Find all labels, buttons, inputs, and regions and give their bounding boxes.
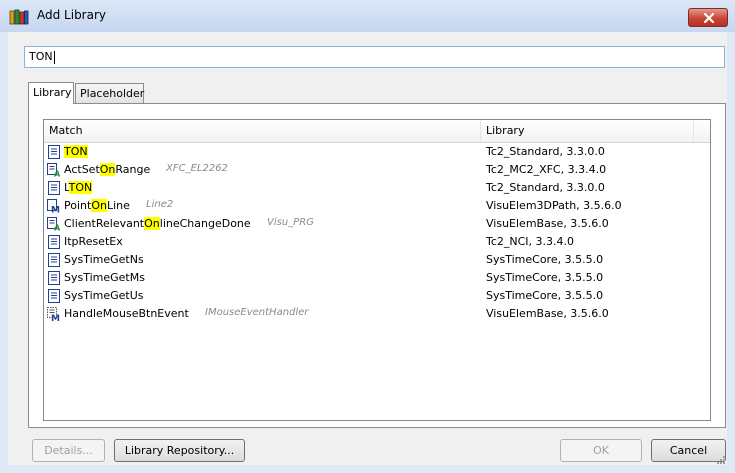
- match-text: Range: [115, 163, 151, 176]
- function-block-icon: [47, 145, 61, 159]
- list-item[interactable]: ItpResetEx Tc2_NCI, 3.3.4.0: [44, 233, 710, 251]
- method-icon: M: [47, 199, 61, 216]
- search-input-value: TON: [29, 50, 53, 63]
- match-name: ClientRelevantOnlineChangeDone: [64, 217, 251, 230]
- match-highlight: On: [91, 199, 107, 212]
- close-button[interactable]: [688, 8, 728, 27]
- match-text: ActSet: [64, 163, 100, 176]
- list-item[interactable]: A ClientRelevantOnlineChangeDone Visu_PRG V…: [44, 215, 710, 233]
- match-text: SysTimeGetUs: [64, 289, 144, 302]
- match-highlight: On: [99, 163, 116, 176]
- library-name: VisuElem3DPath, 3.5.6.0: [486, 199, 622, 212]
- match-name: SysTimeGetUs: [64, 289, 144, 302]
- match-highlight: TON: [68, 181, 93, 194]
- match-text: ClientRelevant: [64, 217, 145, 230]
- list-item[interactable]: M PointOnLine Line2 VisuElem3DPath, 3.5.6.0: [44, 197, 710, 216]
- svg-text:A: A: [54, 224, 61, 232]
- match-name: ActSetOnRange: [64, 163, 150, 176]
- match-namespace: Visu_PRG: [267, 217, 314, 228]
- match-namespace: XFC_EL2262: [166, 163, 228, 174]
- match-text: lineChangeDone: [159, 217, 251, 230]
- function-block-icon: [47, 289, 61, 303]
- add-library-dialog: Add Library TON Library Placeholder Matc…: [0, 0, 735, 473]
- list-item[interactable]: SysTimeGetMs SysTimeCore, 3.5.5.0: [44, 269, 710, 287]
- library-name: VisuElemBase, 3.5.6.0: [486, 217, 609, 230]
- results-list[interactable]: Match Library TON Tc2_Standard, 3.3.0.0 A A…: [43, 119, 711, 421]
- match-text: HandleMouseBtnEvent: [64, 307, 189, 320]
- list-item[interactable]: SysTimeGetUs SysTimeCore, 3.5.5.0: [44, 287, 710, 305]
- tab-placeholder-label: Placeholder: [80, 87, 145, 100]
- action-icon: A: [47, 217, 61, 233]
- list-item[interactable]: TON Tc2_Standard, 3.3.0.0: [44, 143, 710, 161]
- ok-button[interactable]: OK: [560, 439, 642, 462]
- cancel-button[interactable]: Cancel: [651, 439, 726, 462]
- tab-placeholder[interactable]: Placeholder: [75, 83, 144, 103]
- match-text: L: [64, 181, 69, 194]
- match-name: LTON: [64, 181, 93, 194]
- function-block-icon: [47, 181, 61, 195]
- match-text: Point: [64, 199, 92, 212]
- svg-text:A: A: [54, 170, 61, 178]
- match-name: TON: [64, 145, 88, 158]
- action-icon: A: [47, 163, 61, 179]
- resize-grip-icon[interactable]: [716, 455, 726, 465]
- list-item[interactable]: M HandleMouseBtnEvent IMouseEventHandler Vi…: [44, 305, 710, 324]
- tab-library-label: Library: [33, 86, 72, 99]
- svg-text:M: M: [51, 206, 60, 214]
- library-name: SysTimeCore, 3.5.5.0: [486, 289, 604, 302]
- match-namespace: IMouseEventHandler: [205, 307, 309, 318]
- tab-panel-library: Match Library TON Tc2_Standard, 3.3.0.0 A A…: [28, 103, 726, 428]
- match-name: SysTimeGetMs: [64, 271, 145, 284]
- svg-text:M: M: [51, 314, 60, 321]
- function-block-icon: [47, 271, 61, 285]
- tab-library[interactable]: Library: [28, 82, 74, 104]
- window-title: Add Library: [37, 8, 107, 22]
- function-block-icon: [47, 235, 61, 249]
- library-name: SysTimeCore, 3.5.5.0: [486, 271, 604, 284]
- column-header-match[interactable]: Match: [49, 124, 83, 137]
- library-name: Tc2_NCI, 3.3.4.0: [486, 235, 575, 248]
- match-namespace: Line2: [146, 199, 174, 210]
- match-highlight: On: [144, 217, 160, 230]
- match-name: ItpResetEx: [64, 235, 123, 248]
- list-item[interactable]: SysTimeGetNs SysTimeCore, 3.5.5.0: [44, 251, 710, 269]
- match-name: PointOnLine: [64, 199, 130, 212]
- list-item[interactable]: A ActSetOnRange XFC_EL2262 Tc2_MC2_XFC, 3.3…: [44, 161, 710, 179]
- column-divider[interactable]: [693, 120, 694, 142]
- interface-method-icon: M: [47, 307, 61, 324]
- match-name: HandleMouseBtnEvent: [64, 307, 189, 320]
- match-name: SysTimeGetNs: [64, 253, 144, 266]
- search-input[interactable]: TON: [24, 46, 725, 68]
- match-text: SysTimeGetMs: [64, 271, 145, 284]
- library-books-icon: [9, 9, 29, 25]
- text-caret: [53, 50, 55, 64]
- column-header-library[interactable]: Library: [486, 124, 524, 137]
- match-text: SysTimeGetNs: [64, 253, 144, 266]
- function-block-icon: [47, 253, 61, 267]
- column-divider[interactable]: [480, 120, 481, 142]
- library-name: SysTimeCore, 3.5.5.0: [486, 253, 604, 266]
- library-name: VisuElemBase, 3.5.6.0: [486, 307, 609, 320]
- library-name: Tc2_MC2_XFC, 3.3.4.0: [486, 163, 607, 176]
- match-highlight: TON: [64, 145, 88, 158]
- details-button[interactable]: Details...: [32, 439, 105, 462]
- list-header: Match Library: [44, 120, 710, 143]
- list-item[interactable]: LTON Tc2_Standard, 3.3.0.0: [44, 179, 710, 197]
- close-icon: [703, 13, 715, 23]
- title-bar: Add Library: [0, 0, 735, 32]
- library-name: Tc2_Standard, 3.3.0.0: [486, 181, 605, 194]
- match-text: ItpResetEx: [64, 235, 123, 248]
- library-name: Tc2_Standard, 3.3.0.0: [486, 145, 605, 158]
- library-repository-button[interactable]: Library Repository...: [114, 439, 245, 462]
- match-text: Line: [106, 199, 130, 212]
